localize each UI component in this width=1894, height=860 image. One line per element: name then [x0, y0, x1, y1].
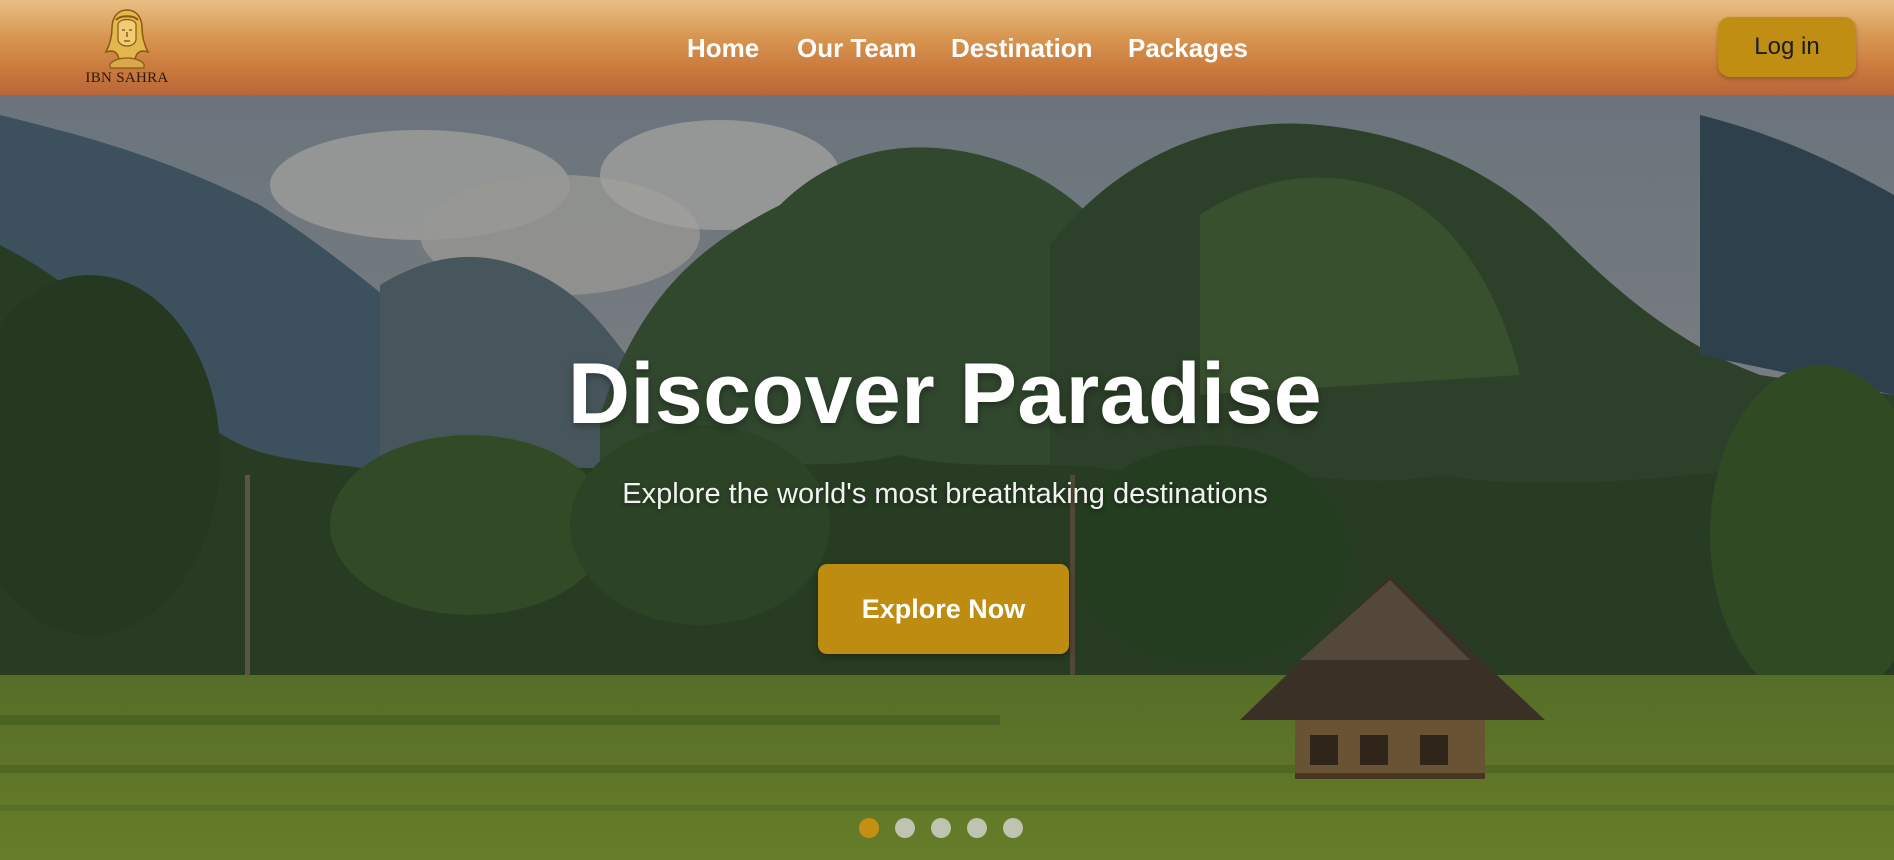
- nav-item-destination[interactable]: Destination: [951, 30, 1093, 66]
- carousel-dot-4[interactable]: [967, 818, 987, 838]
- carousel-dot-1[interactable]: [859, 818, 879, 838]
- hero-title: Discover Paradise: [567, 346, 1323, 442]
- login-button[interactable]: Log in: [1718, 17, 1856, 77]
- carousel-dot-3[interactable]: [931, 818, 951, 838]
- brand-name: IBN SAHRA: [85, 70, 169, 86]
- carousel-dot-5[interactable]: [1003, 818, 1023, 838]
- nav-item-packages[interactable]: Packages: [1128, 30, 1248, 66]
- main-nav: Home Our Team Destination Packages: [0, 30, 1894, 66]
- hero-carousel: Discover Paradise Explore the world's mo…: [0, 95, 1894, 860]
- explore-now-button[interactable]: Explore Now: [818, 564, 1069, 654]
- nav-item-home[interactable]: Home: [687, 30, 759, 66]
- carousel-dot-2[interactable]: [895, 818, 915, 838]
- nav-item-our-team[interactable]: Our Team: [797, 30, 916, 66]
- site-header: IBN SAHRA Home Our Team Destination Pack…: [0, 0, 1894, 95]
- hero-subtitle: Explore the world's most breathtaking de…: [622, 478, 1268, 510]
